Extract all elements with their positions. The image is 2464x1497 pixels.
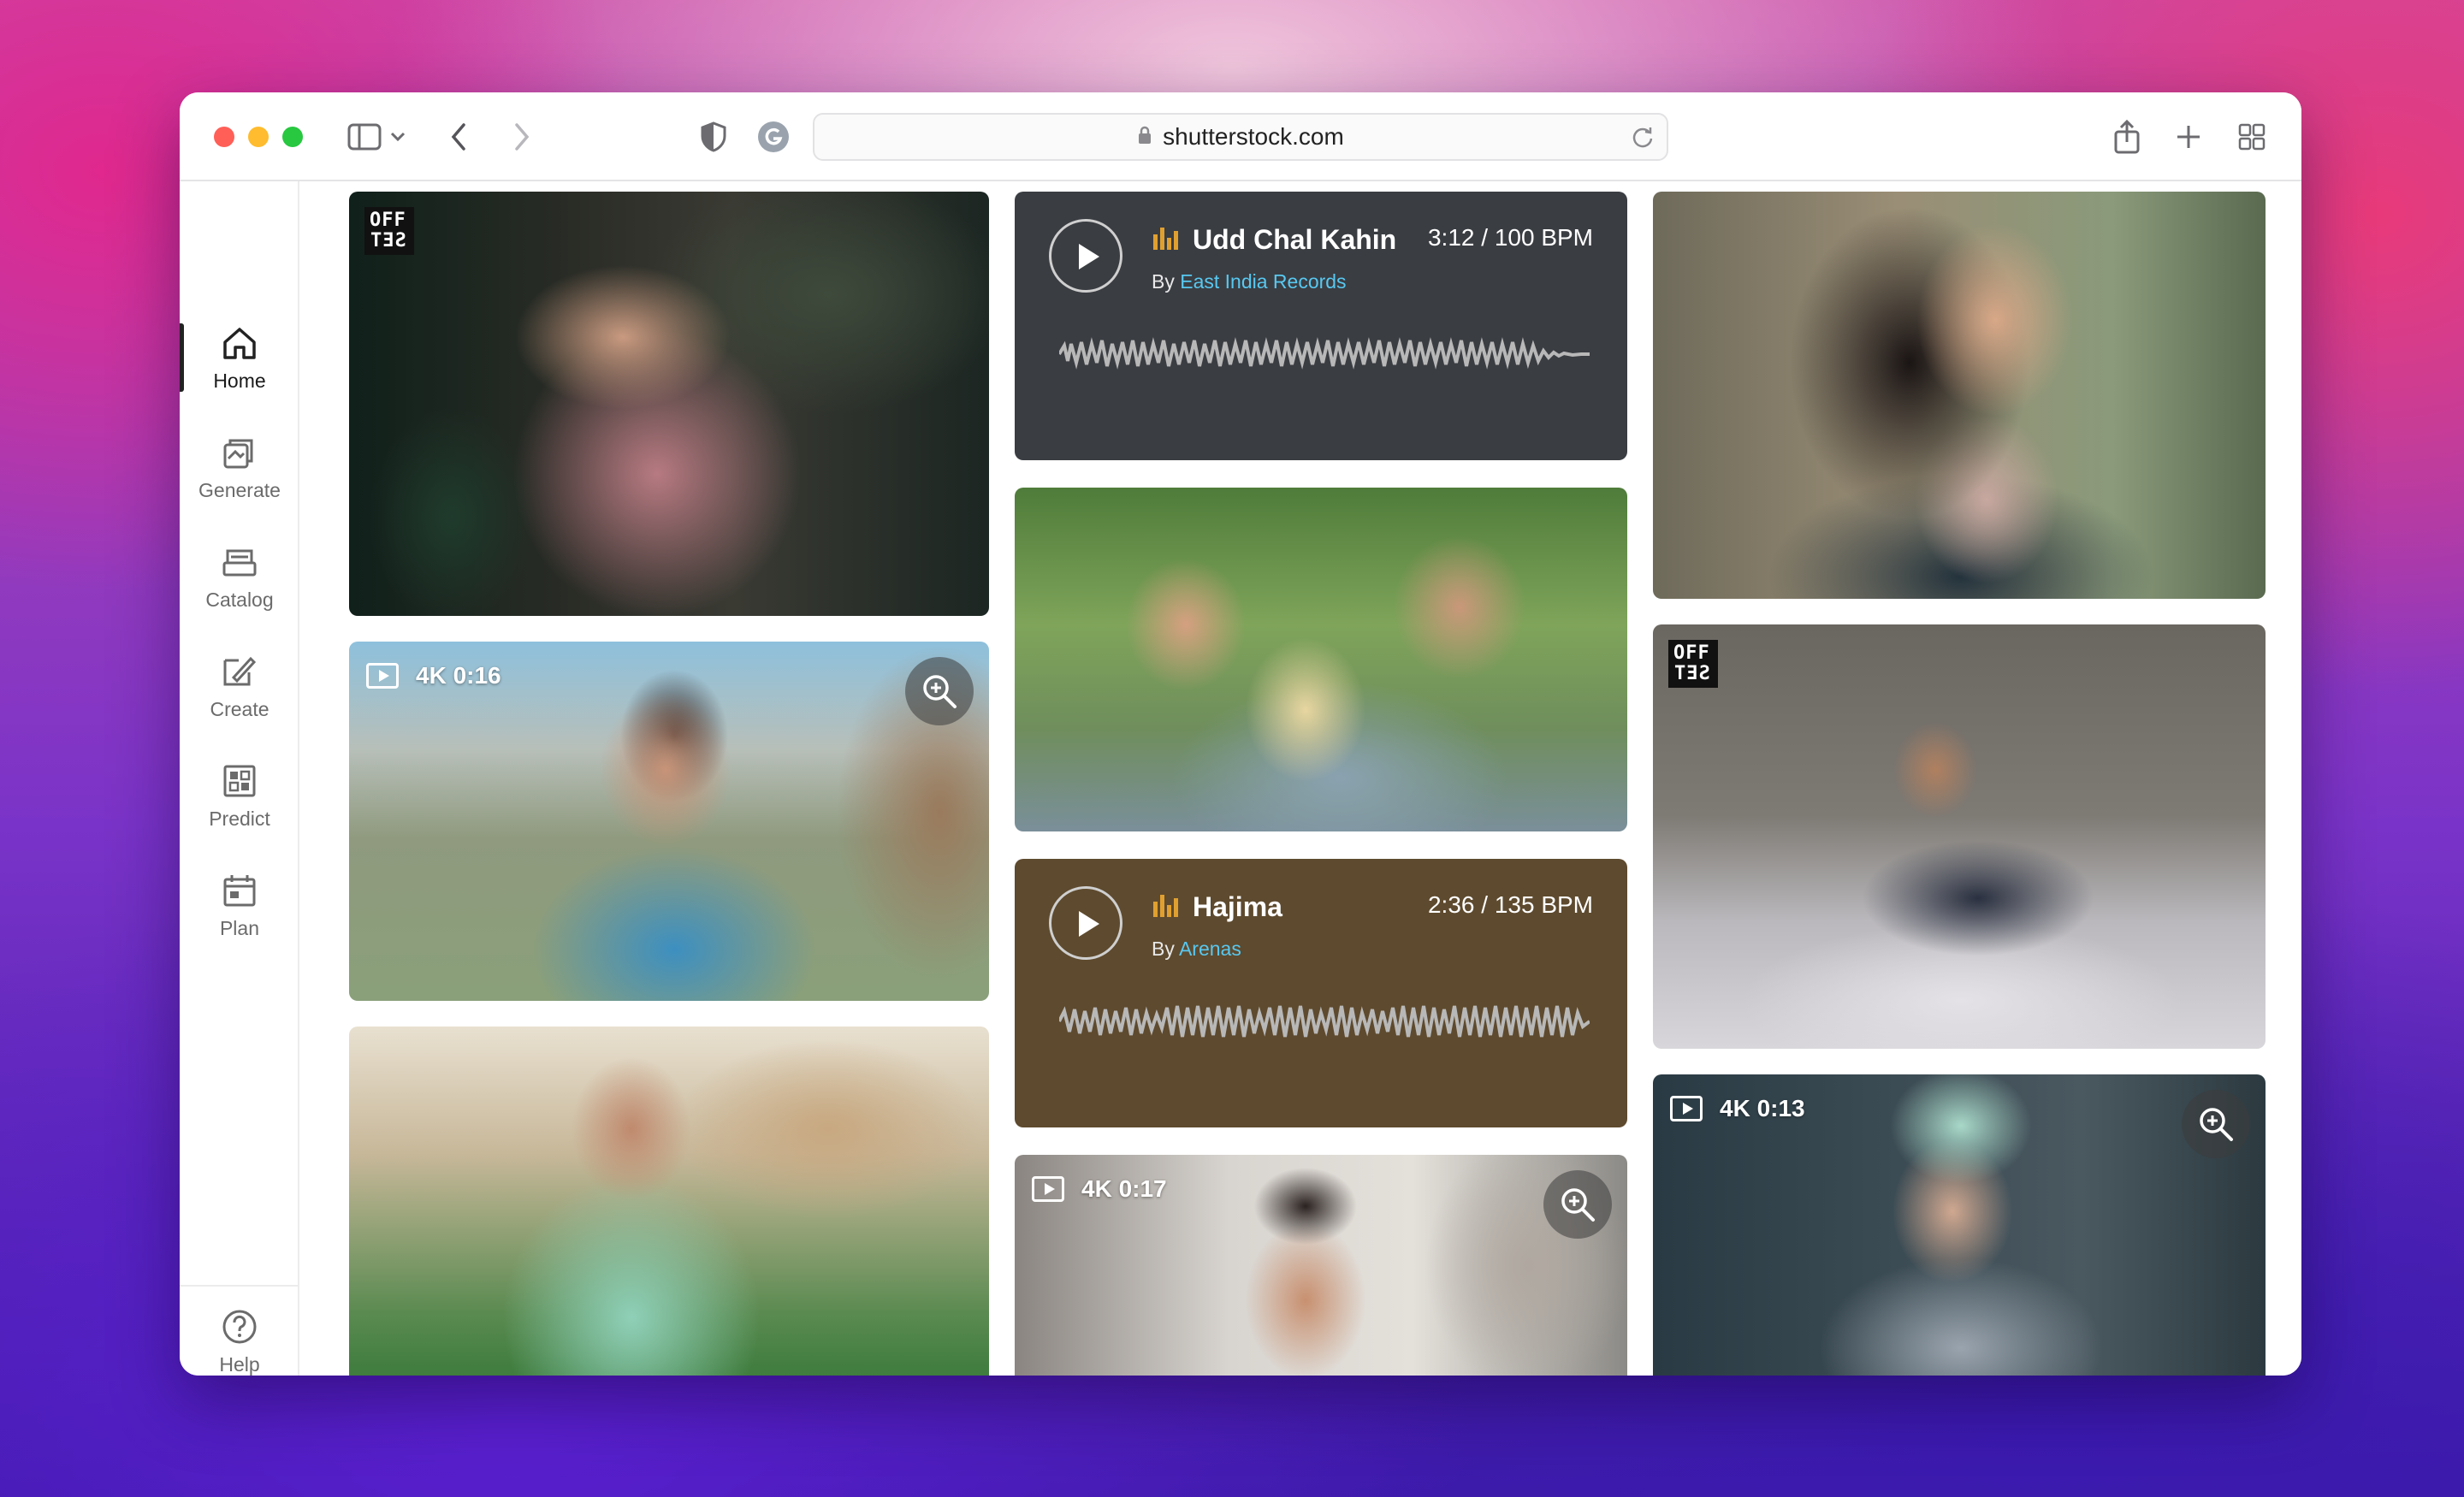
offset-logo: OFF SET <box>364 207 414 255</box>
sidebar-item-label: Generate <box>198 478 281 501</box>
video-icon <box>1032 1176 1064 1202</box>
sidebar-item-label: Plan <box>219 916 260 939</box>
photo-family-on-bed <box>1653 624 2266 1049</box>
help-button[interactable]: Help <box>180 1300 299 1376</box>
track-title[interactable]: Hajima <box>1193 891 1282 923</box>
video-duration-label: 4K 0:13 <box>1720 1095 1805 1121</box>
sidebar-item-label: Home <box>213 369 266 392</box>
close-window-button[interactable] <box>214 127 234 147</box>
photo-grandmother-and-child <box>349 192 989 616</box>
audio-waveform[interactable] <box>1059 996 1590 1047</box>
offset-logo: OFF SET <box>1668 640 1718 688</box>
photo-smiling-woman-wind <box>1653 192 2266 599</box>
media-grid: OFF SET 4K 0:16 Udd Chal Kahin 3:12 / 100… <box>301 181 2301 1376</box>
browser-window: shutterstock.com Home Generate Catalog C… <box>180 92 2301 1376</box>
by-label: By <box>1152 938 1175 960</box>
music-bars-icon <box>1153 228 1178 250</box>
image-tile[interactable] <box>349 1027 989 1376</box>
chevron-down-icon[interactable] <box>385 115 411 159</box>
video-duration-label: 4K 0:17 <box>1081 1175 1167 1202</box>
help-icon <box>222 1310 257 1343</box>
plan-icon <box>223 874 256 906</box>
browser-toolbar: shutterstock.com <box>180 92 2301 181</box>
photo-woman-classroom <box>349 1027 989 1376</box>
sidebar-item-label: Predict <box>209 807 270 830</box>
generate-icon <box>223 439 253 468</box>
play-audio-button[interactable] <box>1049 886 1122 960</box>
sidebar-divider <box>180 1285 299 1287</box>
image-tile[interactable] <box>1015 488 1627 831</box>
share-icon[interactable] <box>2105 115 2149 159</box>
privacy-shield-icon[interactable] <box>691 115 736 159</box>
sidebar-item-create[interactable]: Create <box>180 636 299 736</box>
url-text: shutterstock.com <box>1163 123 1344 150</box>
track-duration-bpm: 2:36 / 135 BPM <box>1427 891 1593 918</box>
sidebar-item-home[interactable]: Home <box>180 308 299 407</box>
music-bars-icon <box>1153 895 1178 917</box>
play-audio-button[interactable] <box>1049 219 1122 293</box>
track-title[interactable]: Udd Chal Kahin <box>1193 224 1396 256</box>
sidebar-toggle-icon[interactable] <box>342 115 387 159</box>
zoom-in-icon <box>1561 1188 1595 1222</box>
forward-button[interactable] <box>500 115 544 159</box>
image-tile[interactable]: OFF SET <box>1653 624 2266 1049</box>
catalog-icon <box>222 549 257 576</box>
sidebar-item-plan[interactable]: Plan <box>180 855 299 955</box>
photo-father-and-child <box>1015 488 1627 831</box>
create-icon <box>223 656 257 685</box>
preview-zoom-button[interactable] <box>905 657 974 725</box>
sidebar-item-label: Create <box>210 697 270 720</box>
help-label: Help <box>219 1352 260 1376</box>
back-button[interactable] <box>436 115 481 159</box>
audio-track-tile[interactable]: Hajima 2:36 / 135 BPM By Arenas <box>1015 859 1627 1127</box>
video-tile[interactable]: 4K 0:17 <box>1015 1155 1627 1376</box>
preview-zoom-button[interactable] <box>1543 1170 1612 1239</box>
sidebar-item-predict[interactable]: Predict <box>180 746 299 845</box>
image-tile[interactable]: OFF SET <box>349 192 989 616</box>
reload-icon[interactable] <box>1631 125 1655 153</box>
zoom-in-icon <box>923 675 957 708</box>
video-icon <box>366 663 399 689</box>
zoom-window-button[interactable] <box>282 127 303 147</box>
track-duration-bpm: 3:12 / 100 BPM <box>1427 224 1593 251</box>
by-label: By <box>1152 270 1175 293</box>
preview-zoom-button[interactable] <box>2182 1090 2250 1158</box>
artist-link[interactable]: Arenas <box>1179 938 1241 960</box>
home-icon <box>223 327 256 359</box>
video-duration-label: 4K 0:16 <box>416 662 501 689</box>
video-tile[interactable]: 4K 0:13 <box>1653 1074 2266 1376</box>
lock-icon <box>1137 125 1152 150</box>
app-sidebar: Home Generate Catalog Create Predict Pla… <box>180 181 299 1376</box>
sidebar-item-catalog[interactable]: Catalog <box>180 527 299 626</box>
video-thumbnail-woman-mountains <box>349 642 989 1001</box>
audio-track-tile[interactable]: Udd Chal Kahin 3:12 / 100 BPM By East In… <box>1015 192 1627 460</box>
sidebar-item-generate[interactable]: Generate <box>180 417 299 517</box>
zoom-in-icon <box>2200 1108 2233 1141</box>
grammarly-extension-icon[interactable] <box>751 115 796 159</box>
audio-waveform[interactable] <box>1059 328 1590 380</box>
new-tab-icon[interactable] <box>2166 115 2211 159</box>
artist-link[interactable]: East India Records <box>1180 270 1346 293</box>
image-tile[interactable] <box>1653 192 2266 599</box>
sidebar-item-label: Catalog <box>205 588 274 611</box>
video-tile[interactable]: 4K 0:16 <box>349 642 989 1001</box>
tab-overview-icon[interactable] <box>2230 115 2274 159</box>
minimize-window-button[interactable] <box>248 127 269 147</box>
video-icon <box>1670 1096 1703 1121</box>
address-bar[interactable]: shutterstock.com <box>813 113 1668 161</box>
predict-icon <box>223 765 256 796</box>
